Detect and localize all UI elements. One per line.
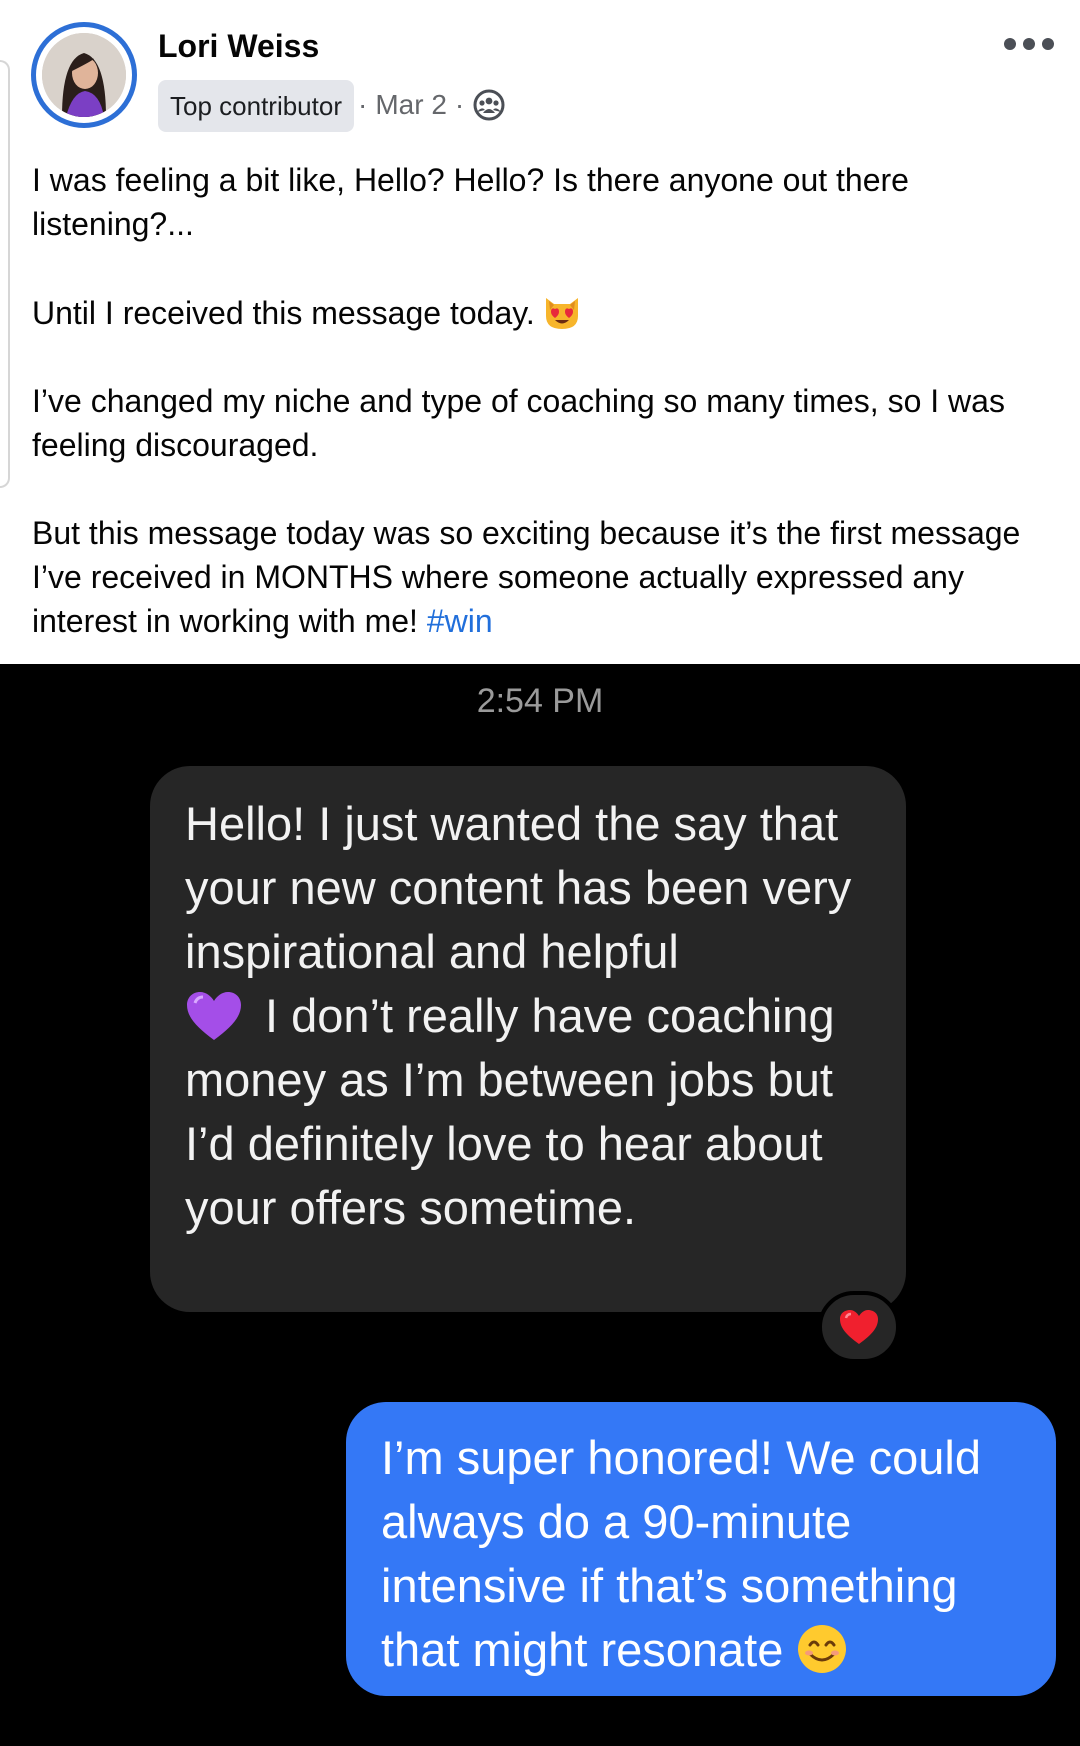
outgoing-message-bubble: I’m super honored! We could always do a … bbox=[346, 1402, 1056, 1696]
avatar[interactable] bbox=[31, 22, 137, 128]
separator: · bbox=[358, 89, 368, 120]
group-audience-icon[interactable] bbox=[472, 88, 506, 122]
top-contributor-badge[interactable]: Top contributor bbox=[158, 80, 354, 132]
red-heart-icon bbox=[840, 1310, 878, 1344]
outgoing-message-text: I’m super honored! We could always do a … bbox=[381, 1431, 982, 1676]
heart-reaction[interactable] bbox=[818, 1291, 900, 1363]
purple-heart-icon bbox=[185, 990, 243, 1042]
post-paragraph-4: But this message today was so exciting b… bbox=[32, 511, 1052, 643]
message-timestamp: 2:54 PM bbox=[476, 682, 604, 720]
post-paragraph-1: I was feeling a bit like, Hello? Hello? … bbox=[32, 162, 909, 242]
post-meta: · Mar 2 · bbox=[358, 88, 506, 122]
incoming-message-bubble: Hello! I just wanted the say that your n… bbox=[150, 766, 906, 1312]
profile-photo bbox=[42, 33, 126, 117]
hashtag-link[interactable]: #win bbox=[427, 603, 493, 639]
incoming-message-text-1: Hello! I just wanted the say that your n… bbox=[185, 797, 852, 978]
post-paragraph-3: I’ve changed my niche and type of coachi… bbox=[32, 383, 1005, 463]
post-date[interactable]: Mar 2 bbox=[375, 89, 447, 121]
post-paragraph-4-text: But this message today was so exciting b… bbox=[32, 515, 1021, 639]
incoming-message-text-2: I don’t really have coaching money as I’… bbox=[185, 989, 835, 1234]
post-paragraph-2: Until I received this message today. bbox=[32, 290, 1052, 335]
smiling-face-icon bbox=[795, 1622, 849, 1676]
more-options-icon[interactable] bbox=[996, 24, 1062, 64]
heart-eyes-cat-icon bbox=[541, 290, 583, 332]
separator: · bbox=[454, 89, 465, 120]
author-name[interactable]: Lori Weiss bbox=[158, 28, 319, 65]
left-edge-divider bbox=[0, 60, 10, 488]
message-screenshot: 2:54 PM Hello! I just wanted the say tha… bbox=[0, 664, 1080, 1746]
facebook-post: Lori Weiss Top contributor · Mar 2 · I w… bbox=[0, 0, 1080, 664]
post-body: I was feeling a bit like, Hello? Hello? … bbox=[32, 158, 1052, 643]
post-paragraph-2-text: Until I received this message today. bbox=[32, 295, 535, 331]
